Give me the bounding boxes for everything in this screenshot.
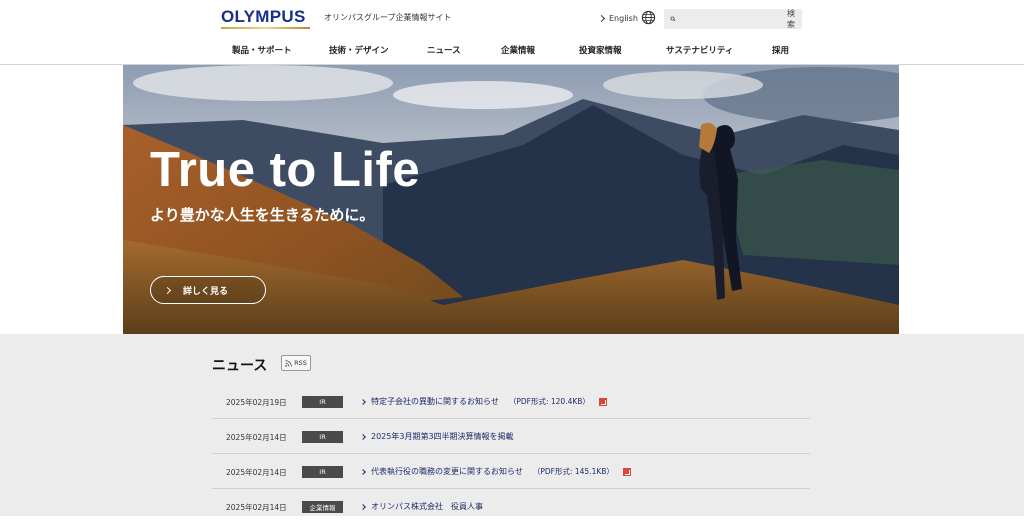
search-button[interactable]: 検索 — [787, 8, 795, 30]
chevron-right-icon — [360, 433, 366, 440]
news-date: 2025年02月19日 — [226, 398, 287, 407]
rss-button[interactable]: RSS — [281, 355, 311, 371]
news-category-badge: IR — [302, 431, 343, 443]
news-category-badge: IR — [302, 466, 343, 478]
site-header: OLYMPUS オリンパスグループ企業情報サイト English 検索 製品・サ… — [0, 0, 1024, 65]
news-category-badge: 企業情報 — [302, 501, 343, 513]
nav-item-technology[interactable]: 技術・デザイン — [329, 44, 389, 56]
chevron-right-icon — [360, 503, 366, 510]
news-link-text: オリンパス株式会社 役員人事 — [371, 502, 483, 511]
nav-item-investors[interactable]: 投資家情報 — [579, 44, 622, 56]
english-link[interactable]: English — [597, 14, 638, 23]
chevron-right-icon — [163, 286, 172, 294]
news-date: 2025年02月14日 — [226, 468, 287, 477]
news-heading: ニュース — [212, 358, 268, 374]
news-link[interactable]: オリンパス株式会社 役員人事 — [360, 501, 483, 512]
hero-banner: True to Life より豊かな人生を生きるために。 詳しく見る — [123, 65, 899, 334]
hero-title: True to Life — [150, 143, 421, 197]
search-input[interactable] — [677, 10, 787, 28]
rss-icon — [285, 359, 292, 367]
pdf-icon — [598, 397, 607, 406]
globe-icon[interactable] — [641, 10, 656, 25]
nav-item-sustainability[interactable]: サステナビリティ — [666, 44, 733, 56]
news-link[interactable]: 2025年3月期第3四半期決算情報を掲載 — [360, 431, 514, 442]
search-box: 検索 — [664, 9, 802, 29]
news-link-text: 代表執行役の職務の変更に関するお知らせ — [371, 467, 523, 476]
chevron-right-icon — [360, 398, 366, 405]
hero-details-label: 詳しく見る — [183, 286, 229, 297]
hero-subtitle: より豊かな人生を生きるために。 — [150, 206, 375, 224]
news-item: 2025年02月19日 IR 特定子会社の異動に関するお知らせ （PDF形式: … — [212, 384, 810, 419]
logo-text: OLYMPUS — [221, 7, 306, 26]
site-tagline: オリンパスグループ企業情報サイト — [324, 13, 452, 22]
news-link-text: 2025年3月期第3四半期決算情報を掲載 — [371, 432, 514, 441]
nav-item-careers[interactable]: 採用 — [772, 44, 789, 56]
hero-details-button[interactable]: 詳しく見る — [150, 276, 266, 304]
news-item: 2025年02月14日 IR 代表執行役の職務の変更に関するお知らせ （PDF形… — [212, 454, 810, 489]
olympus-logo[interactable]: OLYMPUS — [221, 7, 310, 29]
news-item: 2025年02月14日 企業情報 オリンパス株式会社 役員人事 — [212, 489, 810, 524]
news-item: 2025年02月14日 IR 2025年3月期第3四半期決算情報を掲載 — [212, 419, 810, 454]
news-link[interactable]: 特定子会社の異動に関するお知らせ （PDF形式: 120.4KB） — [360, 396, 607, 407]
nav-item-products[interactable]: 製品・サポート — [232, 44, 292, 56]
news-link-text: 特定子会社の異動に関するお知らせ — [371, 397, 499, 406]
english-link-label: English — [609, 14, 638, 23]
search-icon — [670, 16, 676, 22]
nav-item-news[interactable]: ニュース — [427, 44, 461, 56]
logo-underline — [221, 27, 310, 29]
pdf-size: （PDF形式: 120.4KB） — [508, 397, 590, 406]
rss-label: RSS — [294, 359, 307, 367]
chevron-right-icon — [360, 468, 366, 475]
pdf-size: （PDF形式: 145.1KB） — [532, 467, 614, 476]
chevron-right-icon — [597, 14, 606, 23]
global-nav: 製品・サポート 技術・デザイン ニュース 企業情報 投資家情報 サステナビリティ… — [212, 44, 812, 58]
pdf-icon — [622, 467, 631, 476]
news-date: 2025年02月14日 — [226, 503, 287, 512]
news-date: 2025年02月14日 — [226, 433, 287, 442]
nav-item-company[interactable]: 企業情報 — [501, 44, 535, 56]
news-category-badge: IR — [302, 396, 343, 408]
news-link[interactable]: 代表執行役の職務の変更に関するお知らせ （PDF形式: 145.1KB） — [360, 466, 631, 477]
